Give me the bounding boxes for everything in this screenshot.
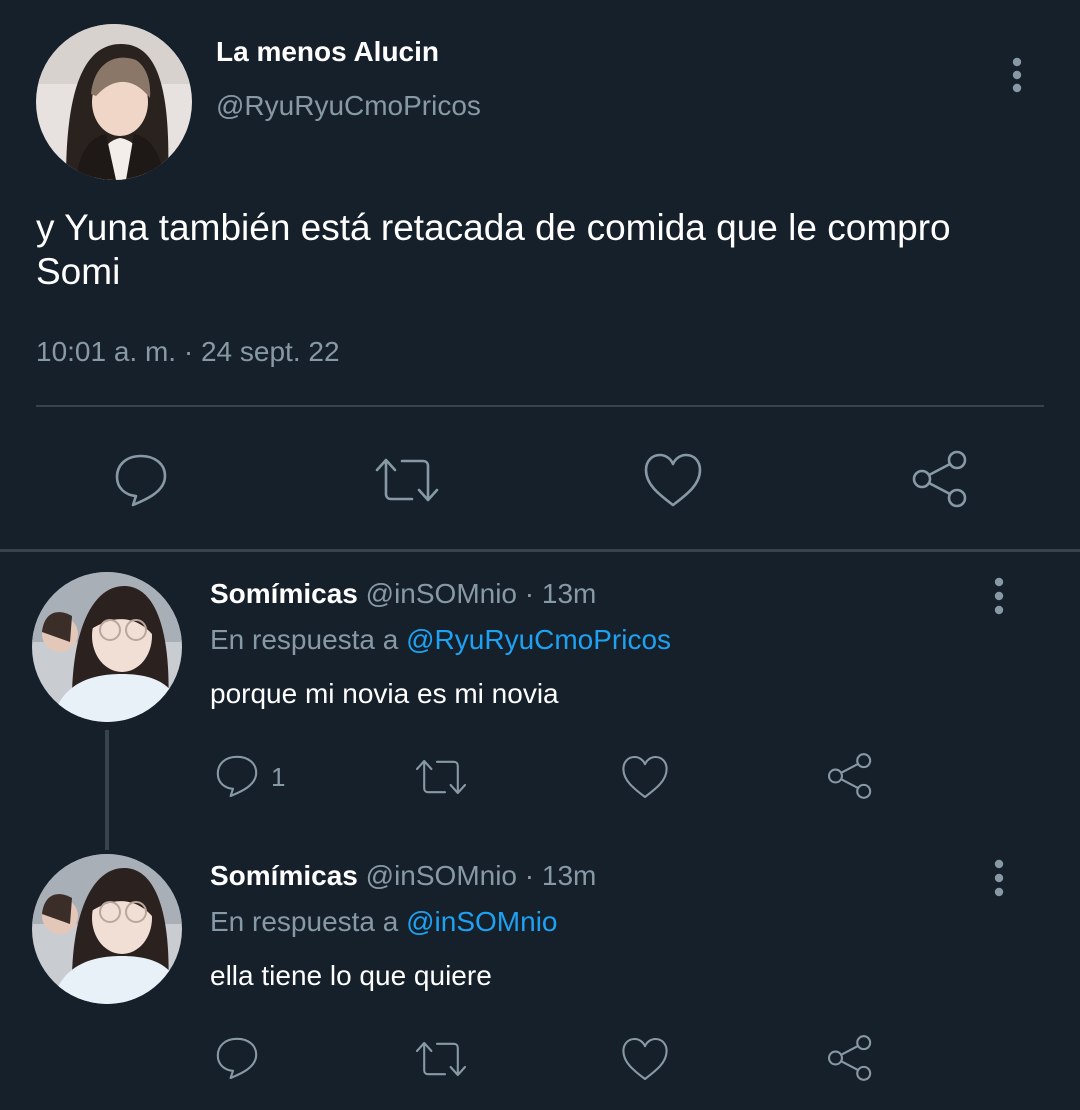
replying-to: En respuesta a @RyuRyuCmoPricos [210, 624, 671, 656]
reply-avatar[interactable] [32, 572, 182, 722]
share-icon[interactable] [825, 1033, 875, 1083]
replying-to-label: En respuesta a [210, 906, 399, 937]
reply-count: 1 [271, 762, 286, 792]
reply-icon[interactable] [213, 1034, 261, 1082]
reply-text: ella tiene lo que quiere [210, 960, 492, 991]
share-icon[interactable] [909, 448, 971, 510]
share-icon[interactable] [825, 751, 875, 801]
main-tweet-timestamp[interactable]: 10:01 a. m. · 24 sept. 22 [36, 336, 340, 368]
section-divider [0, 549, 1080, 552]
retweet-icon[interactable] [372, 450, 442, 510]
replying-to-label: En respuesta a [210, 624, 399, 655]
thread-line [105, 730, 109, 850]
reply-avatar[interactable] [32, 854, 182, 1004]
like-icon[interactable] [620, 753, 670, 801]
reply-time: 13m [541, 860, 597, 891]
divider [36, 405, 1044, 407]
like-icon[interactable] [642, 450, 704, 510]
retweet-icon[interactable] [412, 753, 470, 801]
more-options-icon[interactable] [1002, 56, 1032, 96]
main-tweet-handle[interactable]: @RyuRyuCmoPricos [216, 90, 481, 122]
more-options-icon[interactable] [984, 858, 1014, 898]
main-tweet-display-name[interactable]: La menos Alucin [216, 36, 439, 68]
reply-icon[interactable] [213, 752, 261, 800]
main-tweet-avatar[interactable] [36, 24, 192, 180]
reply-handle[interactable]: @inSOMnio [366, 578, 517, 609]
reply-header: Somímicas @inSOMnio · 13m [210, 578, 596, 610]
reply-display-name[interactable]: Somímicas [210, 860, 358, 891]
replying-to-mention[interactable]: @inSOMnio [406, 906, 557, 937]
reply-handle[interactable]: @inSOMnio [366, 860, 517, 891]
replying-to-mention[interactable]: @RyuRyuCmoPricos [406, 624, 671, 655]
more-options-icon[interactable] [984, 576, 1014, 616]
reply-time: 13m [541, 578, 597, 609]
main-tweet-text: y Yuna también está retacada de comida q… [36, 207, 951, 292]
reply-display-name[interactable]: Somímicas [210, 578, 358, 609]
like-icon[interactable] [620, 1035, 670, 1083]
reply-text: porque mi novia es mi novia [210, 678, 559, 709]
separator-dot: · [517, 578, 542, 609]
reply-header: Somímicas @inSOMnio · 13m [210, 860, 596, 892]
retweet-icon[interactable] [412, 1035, 470, 1083]
replying-to: En respuesta a @inSOMnio [210, 906, 558, 938]
separator-dot: · [517, 860, 542, 891]
reply-icon[interactable] [111, 450, 171, 510]
